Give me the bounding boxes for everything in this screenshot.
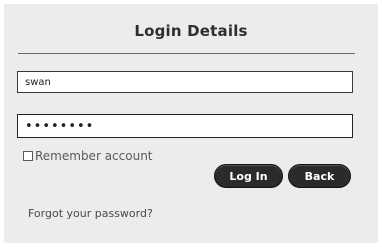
login-button[interactable]: Log In [214,164,283,188]
remember-account[interactable]: Remember account [23,149,153,163]
login-panel: Login Details Remember account Log In Ba… [4,4,378,243]
remember-label: Remember account [35,149,153,163]
username-field[interactable] [17,71,353,93]
password-field[interactable] [17,114,353,138]
forgot-password-link[interactable]: Forgot your password? [28,207,153,220]
dialog-title: Login Details [134,22,248,40]
remember-checkbox[interactable] [23,151,33,161]
title-divider [18,53,355,54]
back-button[interactable]: Back [288,164,351,188]
